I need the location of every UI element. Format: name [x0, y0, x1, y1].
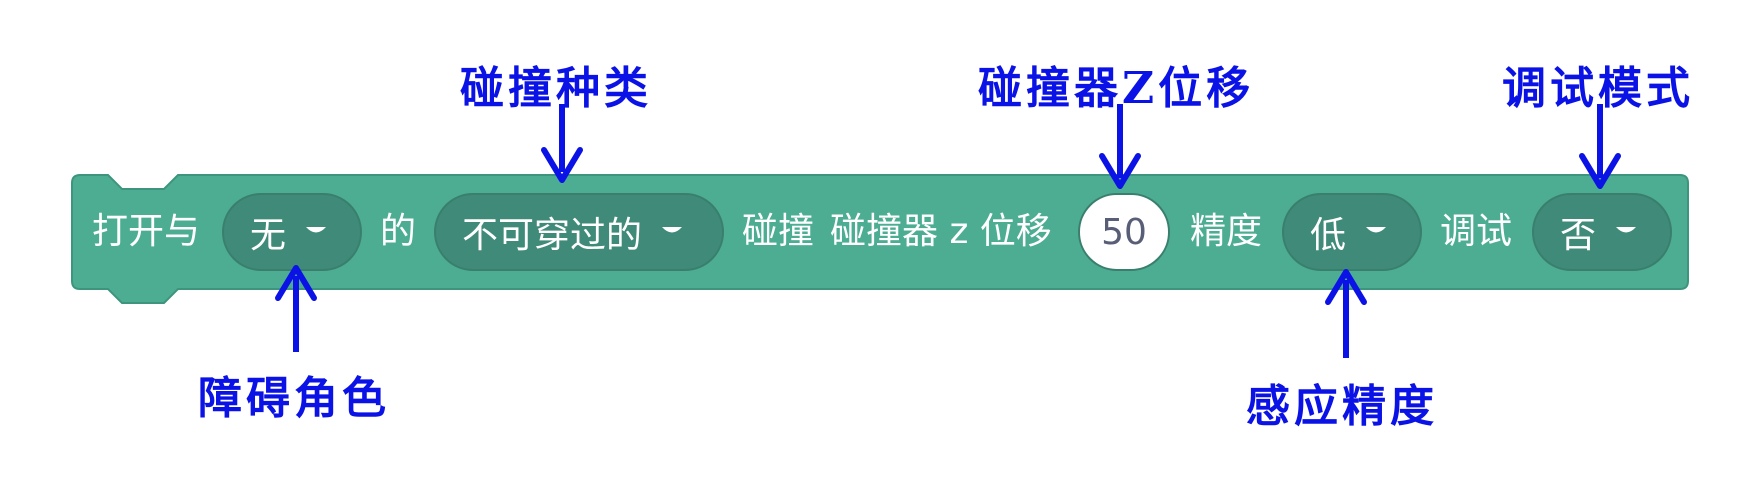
arrow-down-icon [1099, 104, 1141, 189]
arrow-up-icon [1325, 269, 1367, 358]
annotation-sensing-precision: 感应精度 [1246, 381, 1438, 432]
arrow-down-icon [1579, 104, 1621, 189]
annotation-collision-type: 碰撞种类 [460, 63, 652, 114]
annotation-collider-z-offset: 碰撞器Z位移 [978, 63, 1255, 114]
arrow-up-icon [275, 265, 317, 352]
annotation-debug-mode: 调试模式 [1502, 63, 1694, 114]
annotation-obstacle-sprite: 障碍角色 [198, 373, 390, 424]
